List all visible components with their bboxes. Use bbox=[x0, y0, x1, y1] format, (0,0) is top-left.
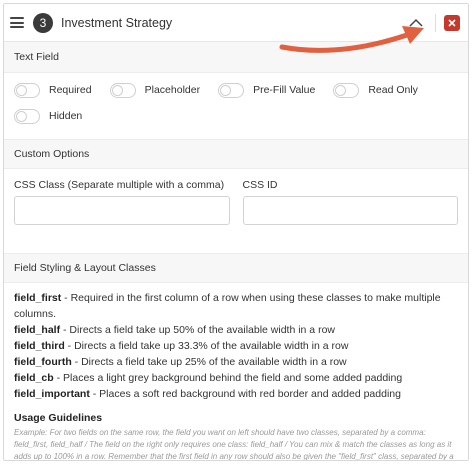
hidden-label: Hidden bbox=[49, 110, 83, 122]
text-field-section-heading: Text Field bbox=[4, 42, 468, 73]
read-only-switch[interactable] bbox=[333, 82, 360, 98]
usage-guidelines-title: Usage Guidelines bbox=[14, 412, 103, 424]
read-only-label: Read Only bbox=[368, 84, 418, 96]
header-divider bbox=[435, 13, 436, 32]
custom-options-section-heading: Custom Options bbox=[4, 139, 468, 169]
prefill-value-toggle[interactable]: Pre-Fill Value bbox=[218, 82, 316, 98]
class-name: field_first bbox=[14, 292, 62, 304]
css-class-label: CSS Class (Separate multiple with a comm… bbox=[14, 179, 225, 191]
class-desc: - Required in the first column of a row … bbox=[14, 292, 441, 320]
placeholder-label: Placeholder bbox=[144, 84, 201, 96]
styling-classes-list: field_first - Required in the first colu… bbox=[4, 283, 468, 402]
drag-handle-icon[interactable] bbox=[10, 17, 24, 28]
class-desc: - Directs a field take up 25% of the ava… bbox=[71, 356, 347, 368]
required-switch[interactable] bbox=[14, 82, 40, 98]
placeholder-toggle[interactable]: Placeholder bbox=[109, 82, 201, 98]
prefill-value-switch[interactable] bbox=[218, 82, 245, 98]
close-icon bbox=[448, 18, 456, 27]
class-name: field_fourth bbox=[14, 356, 72, 368]
class-item: field_third - Directs a field take up 33… bbox=[14, 338, 458, 354]
class-name: field_third bbox=[14, 340, 65, 352]
class-desc: - Directs a field take up 50% of the ava… bbox=[60, 324, 335, 336]
usage-guidelines-text: Example: For two fields on the same row,… bbox=[14, 428, 454, 461]
class-name: field_half bbox=[14, 324, 61, 336]
field-settings-panel: 3 Investment Strategy Text Field Require… bbox=[3, 3, 469, 461]
css-id-label: CSS ID bbox=[242, 179, 278, 191]
read-only-toggle[interactable]: Read Only bbox=[333, 82, 418, 98]
class-item: field_cb - Places a light grey backgroun… bbox=[14, 370, 458, 386]
prefill-value-label: Pre-Fill Value bbox=[253, 84, 316, 96]
class-desc: - Directs a field take up 33.3% of the a… bbox=[64, 340, 349, 352]
field-title: Investment Strategy bbox=[61, 15, 173, 30]
class-name: field_cb bbox=[14, 372, 54, 384]
class-item: field_important - Places a soft red back… bbox=[14, 386, 458, 402]
class-name: field_important bbox=[14, 388, 90, 400]
css-class-input[interactable] bbox=[14, 196, 230, 225]
hidden-switch[interactable] bbox=[14, 108, 40, 124]
field-header: 3 Investment Strategy bbox=[4, 4, 468, 42]
hidden-toggle[interactable]: Hidden bbox=[14, 108, 83, 124]
chevron-up-icon[interactable] bbox=[407, 14, 425, 32]
styling-section-heading: Field Styling & Layout Classes bbox=[4, 253, 468, 283]
placeholder-switch[interactable] bbox=[109, 82, 136, 98]
class-item: field_first - Required in the first colu… bbox=[14, 290, 458, 322]
field-number-badge: 3 bbox=[33, 12, 53, 33]
css-id-input[interactable] bbox=[242, 196, 458, 225]
close-button[interactable] bbox=[444, 14, 460, 31]
required-toggle[interactable]: Required bbox=[14, 82, 92, 98]
required-label: Required bbox=[49, 84, 92, 96]
class-item: field_fourth - Directs a field take up 2… bbox=[14, 354, 458, 370]
class-desc: - Places a light grey background behind … bbox=[53, 372, 403, 384]
class-desc: - Places a soft red background with red … bbox=[89, 388, 401, 400]
class-item: field_half - Directs a field take up 50%… bbox=[14, 322, 458, 338]
